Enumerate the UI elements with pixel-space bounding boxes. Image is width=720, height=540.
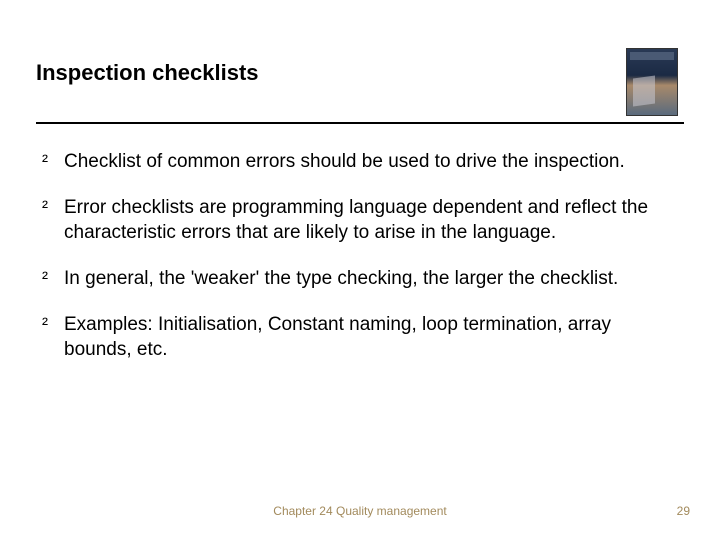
- bullet-glyph-icon: ²: [42, 267, 64, 291]
- header-row: Inspection checklists: [36, 48, 684, 116]
- bullet-glyph-icon: ²: [42, 313, 64, 362]
- bullet-text: Examples: Initialisation, Constant namin…: [64, 313, 678, 362]
- footer-text: Chapter 24 Quality management: [273, 504, 446, 518]
- bullet-glyph-icon: ²: [42, 150, 64, 174]
- footer: Chapter 24 Quality management: [0, 504, 720, 518]
- slide-title: Inspection checklists: [36, 48, 259, 86]
- bullet-item: ² Error checklists are programming langu…: [42, 196, 678, 245]
- bullet-glyph-icon: ²: [42, 196, 64, 245]
- book-cover-icon: [626, 48, 678, 116]
- page-number: 29: [677, 504, 690, 518]
- bullet-text: In general, the 'weaker' the type checki…: [64, 267, 618, 291]
- bullet-item: ² Checklist of common errors should be u…: [42, 150, 678, 174]
- bullet-text: Checklist of common errors should be use…: [64, 150, 625, 174]
- content-area: ² Checklist of common errors should be u…: [36, 124, 684, 362]
- bullet-text: Error checklists are programming languag…: [64, 196, 678, 245]
- bullet-item: ² Examples: Initialisation, Constant nam…: [42, 313, 678, 362]
- slide: Inspection checklists ² Checklist of com…: [0, 0, 720, 540]
- bullet-item: ² In general, the 'weaker' the type chec…: [42, 267, 678, 291]
